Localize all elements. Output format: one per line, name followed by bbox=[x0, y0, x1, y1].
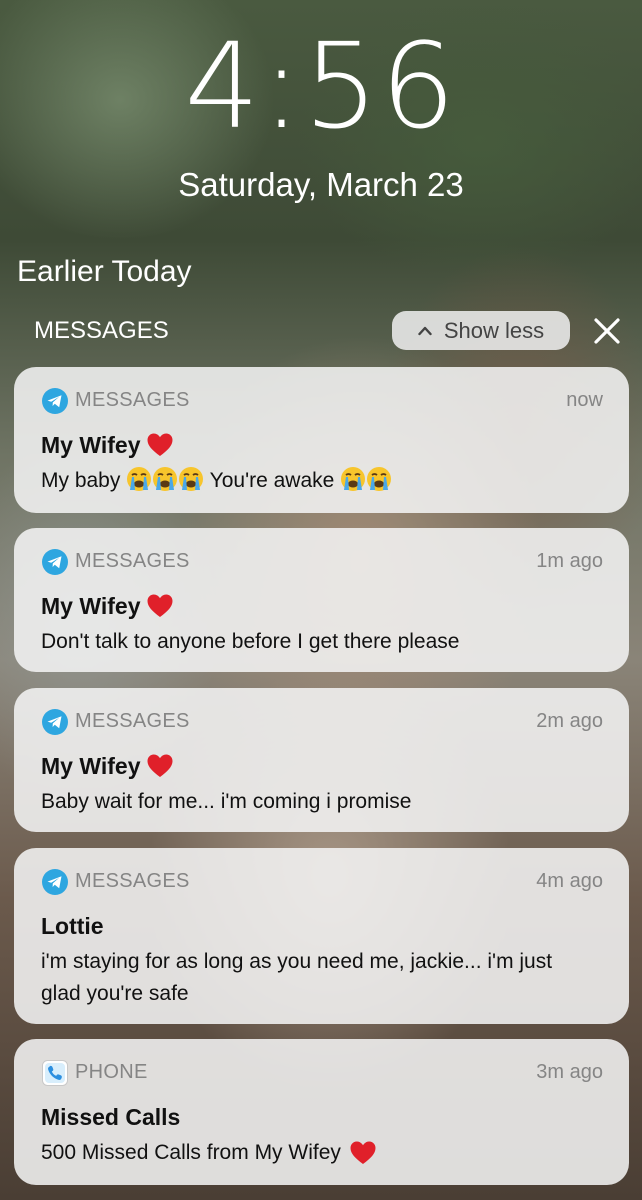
notification-title: My Wifey bbox=[41, 750, 174, 782]
notification-app-name: MESSAGES bbox=[75, 389, 190, 411]
close-icon[interactable] bbox=[592, 316, 622, 346]
notification-card[interactable]: MESSAGES now My Wifey My baby You're awa… bbox=[14, 367, 629, 513]
notification-body: i'm staying for as long as you need me, … bbox=[41, 950, 553, 1005]
notification-card[interactable]: PHONE 3m ago Missed Calls 500 Missed Cal… bbox=[14, 1039, 629, 1185]
lockscreen-date: Saturday, March 23 bbox=[178, 166, 464, 203]
lockscreen-clock: 4:56 bbox=[184, 17, 458, 155]
notification-body: Don't talk to anyone before I get there … bbox=[41, 630, 460, 653]
notification-title-text: Missed Calls bbox=[41, 1104, 181, 1130]
telegram-icon bbox=[42, 388, 68, 414]
notification-app-name: MESSAGES bbox=[75, 550, 190, 572]
notification-body-text: You're awake bbox=[204, 469, 341, 492]
notification-body: 500 Missed Calls from My Wifey bbox=[41, 1137, 601, 1169]
notification-body-text: My baby bbox=[41, 469, 127, 492]
section-title: Earlier Today bbox=[17, 255, 192, 288]
notification-title: My Wifey bbox=[41, 429, 174, 461]
notification-title-text: Lottie bbox=[41, 913, 104, 939]
red-heart-icon bbox=[147, 754, 173, 777]
crying-face-icon bbox=[127, 467, 152, 491]
notification-body-text: 500 Missed Calls from My Wifey bbox=[41, 1141, 341, 1164]
notification-time: 4m ago bbox=[536, 870, 603, 892]
telegram-icon bbox=[42, 549, 68, 575]
notification-title-text: My Wifey bbox=[41, 432, 141, 458]
phone-icon bbox=[42, 1060, 68, 1086]
red-heart-icon bbox=[350, 1141, 376, 1165]
show-less-button[interactable]: Show less bbox=[392, 311, 570, 350]
notification-title-text: My Wifey bbox=[41, 593, 141, 619]
notification-app-name: MESSAGES bbox=[75, 870, 190, 892]
notification-title: My Wifey bbox=[41, 590, 174, 622]
telegram-icon bbox=[42, 709, 68, 735]
notification-title: Lottie bbox=[41, 910, 104, 942]
notification-body: My baby You're awake bbox=[41, 465, 601, 497]
notification-title: Missed Calls bbox=[41, 1101, 180, 1133]
notification-time: 2m ago bbox=[536, 710, 603, 732]
show-less-label: Show less bbox=[443, 317, 545, 343]
notification-title-text: My Wifey bbox=[41, 753, 141, 779]
notification-app-name: PHONE bbox=[75, 1061, 148, 1083]
red-heart-icon bbox=[147, 433, 173, 456]
notification-card[interactable]: MESSAGES 4m ago Lottie i'm staying for a… bbox=[14, 848, 629, 1024]
crying-face-icon bbox=[179, 467, 204, 491]
crying-face-icon bbox=[367, 467, 392, 491]
notification-time: 3m ago bbox=[536, 1061, 603, 1083]
crying-face-icon bbox=[341, 467, 366, 491]
red-heart-icon bbox=[147, 594, 173, 617]
notification-group-label: MESSAGES bbox=[34, 317, 169, 344]
notification-card[interactable]: MESSAGES 2m ago My Wifey Baby wait for m… bbox=[14, 688, 629, 832]
notification-app-name: MESSAGES bbox=[75, 710, 190, 732]
chevron-up-icon bbox=[418, 326, 432, 335]
notification-card[interactable]: MESSAGES 1m ago My Wifey Don't talk to a… bbox=[14, 528, 629, 672]
notification-time: now bbox=[566, 389, 603, 411]
telegram-icon bbox=[42, 869, 68, 895]
crying-face-icon bbox=[153, 467, 178, 491]
notification-body: Baby wait for me... i'm coming i promise bbox=[41, 790, 412, 813]
notification-time: 1m ago bbox=[536, 550, 603, 572]
